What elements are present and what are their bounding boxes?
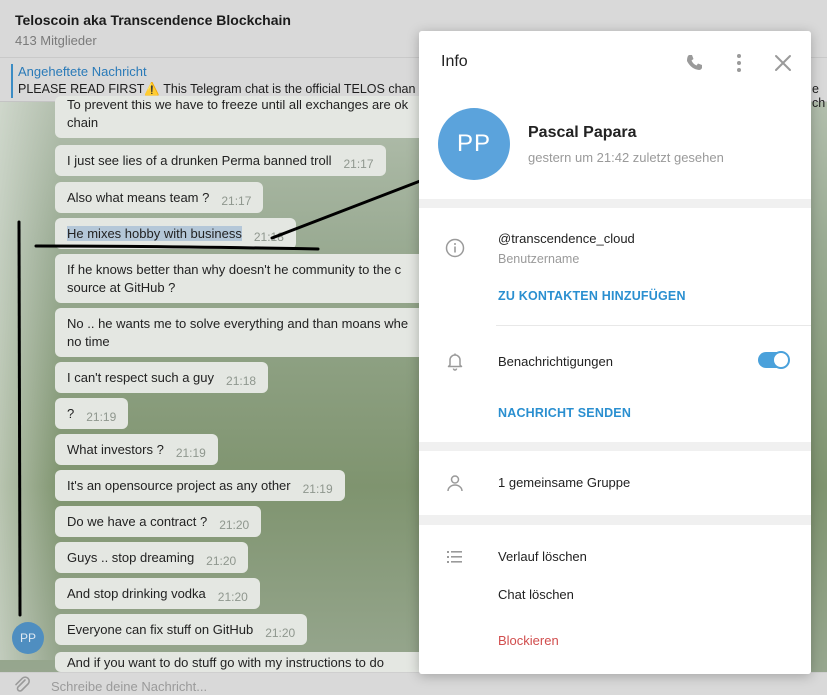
username-value[interactable]: @transcendence_cloud xyxy=(498,231,635,246)
message-bubble[interactable]: I just see lies of a drunken Perma banne… xyxy=(55,145,386,176)
message-text: And if you want to do stuff go with my i… xyxy=(67,655,384,670)
message-text: Also what means team ? xyxy=(67,190,210,205)
message-text: He mixes hobby with business xyxy=(67,226,242,241)
notifications-label: Benachrichtigungen xyxy=(498,354,613,369)
message-time: 21:20 xyxy=(265,626,296,640)
message-bubble-selected[interactable]: He mixes hobby with business 21:18 xyxy=(55,218,296,249)
message-text: ? xyxy=(67,406,75,421)
message-bubble[interactable]: If he knows better than why doesn't he c… xyxy=(55,254,435,303)
message-bubble[interactable]: I can't respect such a guy 21:18 xyxy=(55,362,269,393)
send-message-button[interactable]: NACHRICHT SENDEN xyxy=(498,406,631,420)
message-bubble[interactable]: Guys .. stop dreaming 21:20 xyxy=(55,542,249,573)
contact-name: Pascal Papara xyxy=(528,124,637,141)
message-text: What investors ? xyxy=(67,442,164,457)
delete-chat-button[interactable]: Chat löschen xyxy=(498,587,574,602)
groups-section[interactable]: 1 gemeinsame Gruppe xyxy=(419,451,811,515)
profile-avatar[interactable]: PP xyxy=(438,108,510,180)
message-bubble[interactable]: ? 21:19 xyxy=(55,398,129,429)
message-text: I just see lies of a drunken Perma banne… xyxy=(67,153,332,168)
message-bubble[interactable]: And stop drinking vodka 21:20 xyxy=(55,578,260,609)
member-count: 413 Mitglieder xyxy=(15,33,97,48)
list-icon xyxy=(447,551,462,563)
message-bubble[interactable]: No .. he wants me to solve everything an… xyxy=(55,308,435,357)
notifications-toggle[interactable] xyxy=(758,351,790,369)
message-time: 21:20 xyxy=(219,518,250,532)
message-time: 21:17 xyxy=(221,194,252,208)
block-button[interactable]: Blockieren xyxy=(498,633,559,648)
message-text: I can't respect such a guy xyxy=(67,370,215,385)
message-time: 21:20 xyxy=(206,554,237,568)
divider xyxy=(496,325,811,326)
pinned-text-tail: e ch xyxy=(812,82,826,110)
message-text: Do we have a contract ? xyxy=(67,514,208,529)
info-icon xyxy=(445,238,465,258)
message-time: 21:20 xyxy=(217,590,248,604)
message-input[interactable]: Schreibe deine Nachricht... xyxy=(51,679,207,694)
paperclip-icon[interactable] xyxy=(12,675,32,695)
message-text-line2: chain xyxy=(67,115,99,130)
actions-section: Verlauf löschen Chat löschen Blockieren xyxy=(419,525,811,674)
message-bubble[interactable]: What investors ? 21:19 xyxy=(55,434,218,465)
bell-icon xyxy=(447,353,463,371)
message-text: No .. he wants me to solve everything an… xyxy=(67,316,409,331)
message-text: It's an opensource project as any other xyxy=(67,478,291,493)
message-text: And stop drinking vodka xyxy=(67,586,206,601)
username-label: Benutzername xyxy=(498,252,580,266)
message-text: If he knows better than why doesn't he c… xyxy=(67,262,402,277)
message-bubble[interactable]: Do we have a contract ? 21:20 xyxy=(55,506,262,537)
message-time: 21:19 xyxy=(302,482,333,496)
message-bubble[interactable]: And if you want to do stuff go with my i… xyxy=(55,652,435,672)
add-to-contacts-button[interactable]: ZU KONTAKTEN HINZUFÜGEN xyxy=(498,289,686,303)
profile-section: Info PP Pascal Papara gestern um 21:42 z… xyxy=(419,31,811,199)
message-bubble[interactable]: To prevent this we have to freeze until … xyxy=(55,96,435,138)
pinned-accent-bar xyxy=(11,64,13,98)
message-time: 21:19 xyxy=(175,446,206,460)
more-vertical-icon[interactable] xyxy=(726,50,752,76)
chat-title[interactable]: Teloscoin aka Transcendence Blockchain xyxy=(15,12,291,28)
message-composer[interactable]: Schreibe deine Nachricht... xyxy=(0,672,827,695)
last-seen-status: gestern um 21:42 zuletzt gesehen xyxy=(528,150,724,165)
message-bubble[interactable]: Also what means team ? 21:17 xyxy=(55,182,264,213)
message-text-line2: source at GitHub ? xyxy=(67,280,176,295)
info-panel: Info PP Pascal Papara gestern um 21:42 z… xyxy=(419,31,811,674)
panel-title: Info xyxy=(441,53,468,70)
message-time: 21:18 xyxy=(226,374,257,388)
message-text: To prevent this we have to freeze until … xyxy=(67,100,409,112)
phone-icon[interactable] xyxy=(681,50,707,76)
toggle-knob xyxy=(772,351,790,369)
message-bubble[interactable]: It's an opensource project as any other 2… xyxy=(55,470,345,501)
pinned-title: Angeheftete Nachricht xyxy=(18,64,147,79)
message-text-line2: no time xyxy=(67,334,110,349)
message-time: 21:18 xyxy=(253,230,284,244)
sender-avatar[interactable]: PP xyxy=(12,622,44,654)
message-time: 21:17 xyxy=(343,157,374,171)
user-icon xyxy=(447,475,463,492)
message-text: Guys .. stop dreaming xyxy=(67,550,195,565)
clear-history-button[interactable]: Verlauf löschen xyxy=(498,549,587,564)
details-section: @transcendence_cloud Benutzername ZU KON… xyxy=(419,208,811,442)
message-text: Everyone can fix stuff on GitHub xyxy=(67,622,254,637)
message-time: 21:19 xyxy=(86,410,117,424)
message-bubble[interactable]: Everyone can fix stuff on GitHub 21:20 xyxy=(55,614,308,645)
close-icon[interactable] xyxy=(770,50,796,76)
common-groups-label[interactable]: 1 gemeinsame Gruppe xyxy=(498,475,630,490)
